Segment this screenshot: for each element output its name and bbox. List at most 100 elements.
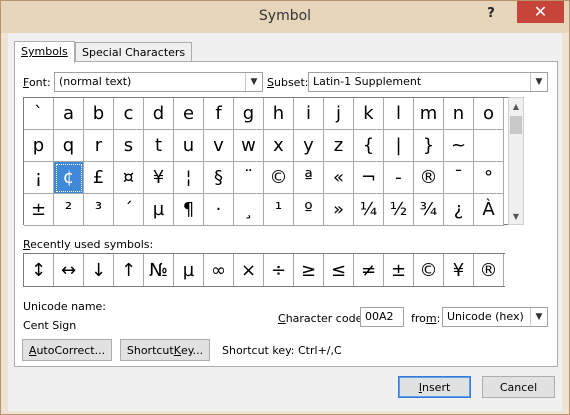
symbol-cell[interactable]: y bbox=[294, 130, 324, 162]
recent-symbol-cell[interactable]: ≠ bbox=[354, 254, 384, 286]
symbol-cell[interactable]: ª bbox=[294, 162, 324, 194]
chevron-down-icon[interactable]: ▼ bbox=[245, 73, 262, 91]
symbol-cell[interactable]: ¤ bbox=[114, 162, 144, 194]
symbol-cell[interactable]: ¨ bbox=[234, 162, 264, 194]
symbol-cell[interactable]: ¢ bbox=[54, 162, 84, 194]
symbol-cell[interactable]: £ bbox=[84, 162, 114, 194]
symbol-cell[interactable]: ¹ bbox=[264, 194, 294, 226]
symbol-cell[interactable]: a bbox=[54, 98, 84, 130]
recent-symbol-cell[interactable]: ≤ bbox=[324, 254, 354, 286]
symbol-cell[interactable]: h bbox=[264, 98, 294, 130]
symbol-cell[interactable]: i bbox=[294, 98, 324, 130]
symbol-cell[interactable]: - bbox=[384, 162, 414, 194]
symbol-cell[interactable]: t bbox=[144, 130, 174, 162]
symbol-cell[interactable]: g bbox=[234, 98, 264, 130]
symbol-cell[interactable]: ½ bbox=[384, 194, 414, 226]
symbol-cell[interactable]: ` bbox=[24, 98, 54, 130]
chevron-down-icon[interactable]: ▼ bbox=[530, 308, 547, 326]
symbol-cell[interactable]: ¶ bbox=[174, 194, 204, 226]
help-button[interactable]: ? bbox=[481, 5, 501, 23]
symbol-cell[interactable]: s bbox=[114, 130, 144, 162]
symbol-cell[interactable]: e bbox=[174, 98, 204, 130]
symbol-grid-scrollbar[interactable]: ▲ ▼ bbox=[508, 97, 524, 225]
symbol-cell[interactable]: { bbox=[354, 130, 384, 162]
symbol-cell[interactable]: v bbox=[204, 130, 234, 162]
symbol-cell[interactable]: ¸ bbox=[234, 194, 264, 226]
symbol-cell[interactable] bbox=[474, 130, 504, 162]
symbol-cell[interactable]: § bbox=[204, 162, 234, 194]
tab-special-characters[interactable]: Special Characters bbox=[75, 42, 193, 62]
scroll-thumb[interactable] bbox=[510, 116, 522, 134]
recent-symbol-cell[interactable]: ↑ bbox=[114, 254, 144, 286]
symbol-cell[interactable]: ¼ bbox=[354, 194, 384, 226]
symbol-cell[interactable]: o bbox=[474, 98, 504, 130]
symbol-cell[interactable]: c bbox=[114, 98, 144, 130]
symbol-cell[interactable]: m bbox=[414, 98, 444, 130]
symbol-cell[interactable]: ± bbox=[24, 194, 54, 226]
tab-symbols[interactable]: Symbols bbox=[14, 41, 75, 63]
scroll-down-icon[interactable]: ▼ bbox=[509, 208, 523, 224]
recent-symbol-cell[interactable]: ¥ bbox=[444, 254, 474, 286]
recent-symbol-cell[interactable]: µ bbox=[174, 254, 204, 286]
recent-symbol-cell[interactable]: ↔ bbox=[54, 254, 84, 286]
symbol-cell[interactable]: f bbox=[204, 98, 234, 130]
symbol-cell[interactable]: © bbox=[264, 162, 294, 194]
symbol-cell[interactable]: q bbox=[54, 130, 84, 162]
cancel-button[interactable]: Cancel bbox=[482, 376, 555, 398]
symbol-cell[interactable]: À bbox=[474, 194, 504, 226]
symbol-cell[interactable]: ¯ bbox=[444, 162, 474, 194]
symbol-cell[interactable]: w bbox=[234, 130, 264, 162]
symbol-cell[interactable]: ³ bbox=[84, 194, 114, 226]
recent-symbol-cell[interactable]: ↕ bbox=[24, 254, 54, 286]
symbol-cell[interactable]: k bbox=[354, 98, 384, 130]
recent-symbol-cell[interactable]: ÷ bbox=[264, 254, 294, 286]
recent-symbol-cell[interactable]: © bbox=[414, 254, 444, 286]
symbol-cell[interactable]: ¬ bbox=[354, 162, 384, 194]
character-code-input[interactable]: 00A2 bbox=[360, 307, 404, 327]
recent-symbol-cell[interactable]: ≥ bbox=[294, 254, 324, 286]
symbol-cell[interactable]: « bbox=[324, 162, 354, 194]
symbol-cell[interactable]: ° bbox=[474, 162, 504, 194]
symbol-cell[interactable]: j bbox=[324, 98, 354, 130]
insert-button[interactable]: Insert bbox=[398, 376, 471, 398]
recent-symbol-cell[interactable]: № bbox=[144, 254, 174, 286]
recent-symbol-cell[interactable]: ↓ bbox=[84, 254, 114, 286]
symbol-cell[interactable]: ¾ bbox=[414, 194, 444, 226]
autocorrect-button[interactable]: AutoCorrect... bbox=[22, 339, 112, 361]
symbol-cell[interactable]: | bbox=[384, 130, 414, 162]
symbol-cell[interactable]: ² bbox=[54, 194, 84, 226]
symbol-cell[interactable]: d bbox=[144, 98, 174, 130]
recent-symbol-cell[interactable]: ® bbox=[474, 254, 504, 286]
shortcut-key-button[interactable]: Shortcut Key... bbox=[120, 339, 210, 361]
recent-symbol-cell[interactable]: × bbox=[234, 254, 264, 286]
symbol-cell[interactable]: p bbox=[24, 130, 54, 162]
symbol-cell[interactable]: b bbox=[84, 98, 114, 130]
symbol-cell[interactable]: z bbox=[324, 130, 354, 162]
symbol-cell[interactable]: µ bbox=[144, 194, 174, 226]
close-button[interactable]: ✕ bbox=[517, 1, 564, 23]
symbol-cell[interactable]: ¦ bbox=[174, 162, 204, 194]
from-label: from: bbox=[411, 312, 441, 325]
symbol-cell[interactable]: n bbox=[444, 98, 474, 130]
symbol-cell[interactable]: ´ bbox=[114, 194, 144, 226]
symbol-cell[interactable]: } bbox=[414, 130, 444, 162]
symbol-cell[interactable]: ® bbox=[414, 162, 444, 194]
recent-symbol-cell[interactable]: ± bbox=[384, 254, 414, 286]
symbol-cell[interactable]: · bbox=[204, 194, 234, 226]
symbol-cell[interactable]: l bbox=[384, 98, 414, 130]
symbol-cell[interactable]: r bbox=[84, 130, 114, 162]
symbol-cell[interactable]: » bbox=[324, 194, 354, 226]
symbol-cell[interactable]: ¥ bbox=[144, 162, 174, 194]
scroll-up-icon[interactable]: ▲ bbox=[509, 98, 523, 114]
symbol-cell[interactable]: ~ bbox=[444, 130, 474, 162]
subset-select[interactable]: Latin-1 Supplement ▼ bbox=[308, 72, 548, 92]
recent-symbol-cell[interactable]: ∞ bbox=[204, 254, 234, 286]
symbol-cell[interactable]: º bbox=[294, 194, 324, 226]
font-select[interactable]: (normal text) ▼ bbox=[54, 72, 263, 92]
symbol-cell[interactable]: ¿ bbox=[444, 194, 474, 226]
chevron-down-icon[interactable]: ▼ bbox=[530, 73, 547, 91]
symbol-cell[interactable]: x bbox=[264, 130, 294, 162]
symbol-cell[interactable]: ¡ bbox=[24, 162, 54, 194]
from-select[interactable]: Unicode (hex) ▼ bbox=[442, 307, 548, 327]
symbol-cell[interactable]: u bbox=[174, 130, 204, 162]
